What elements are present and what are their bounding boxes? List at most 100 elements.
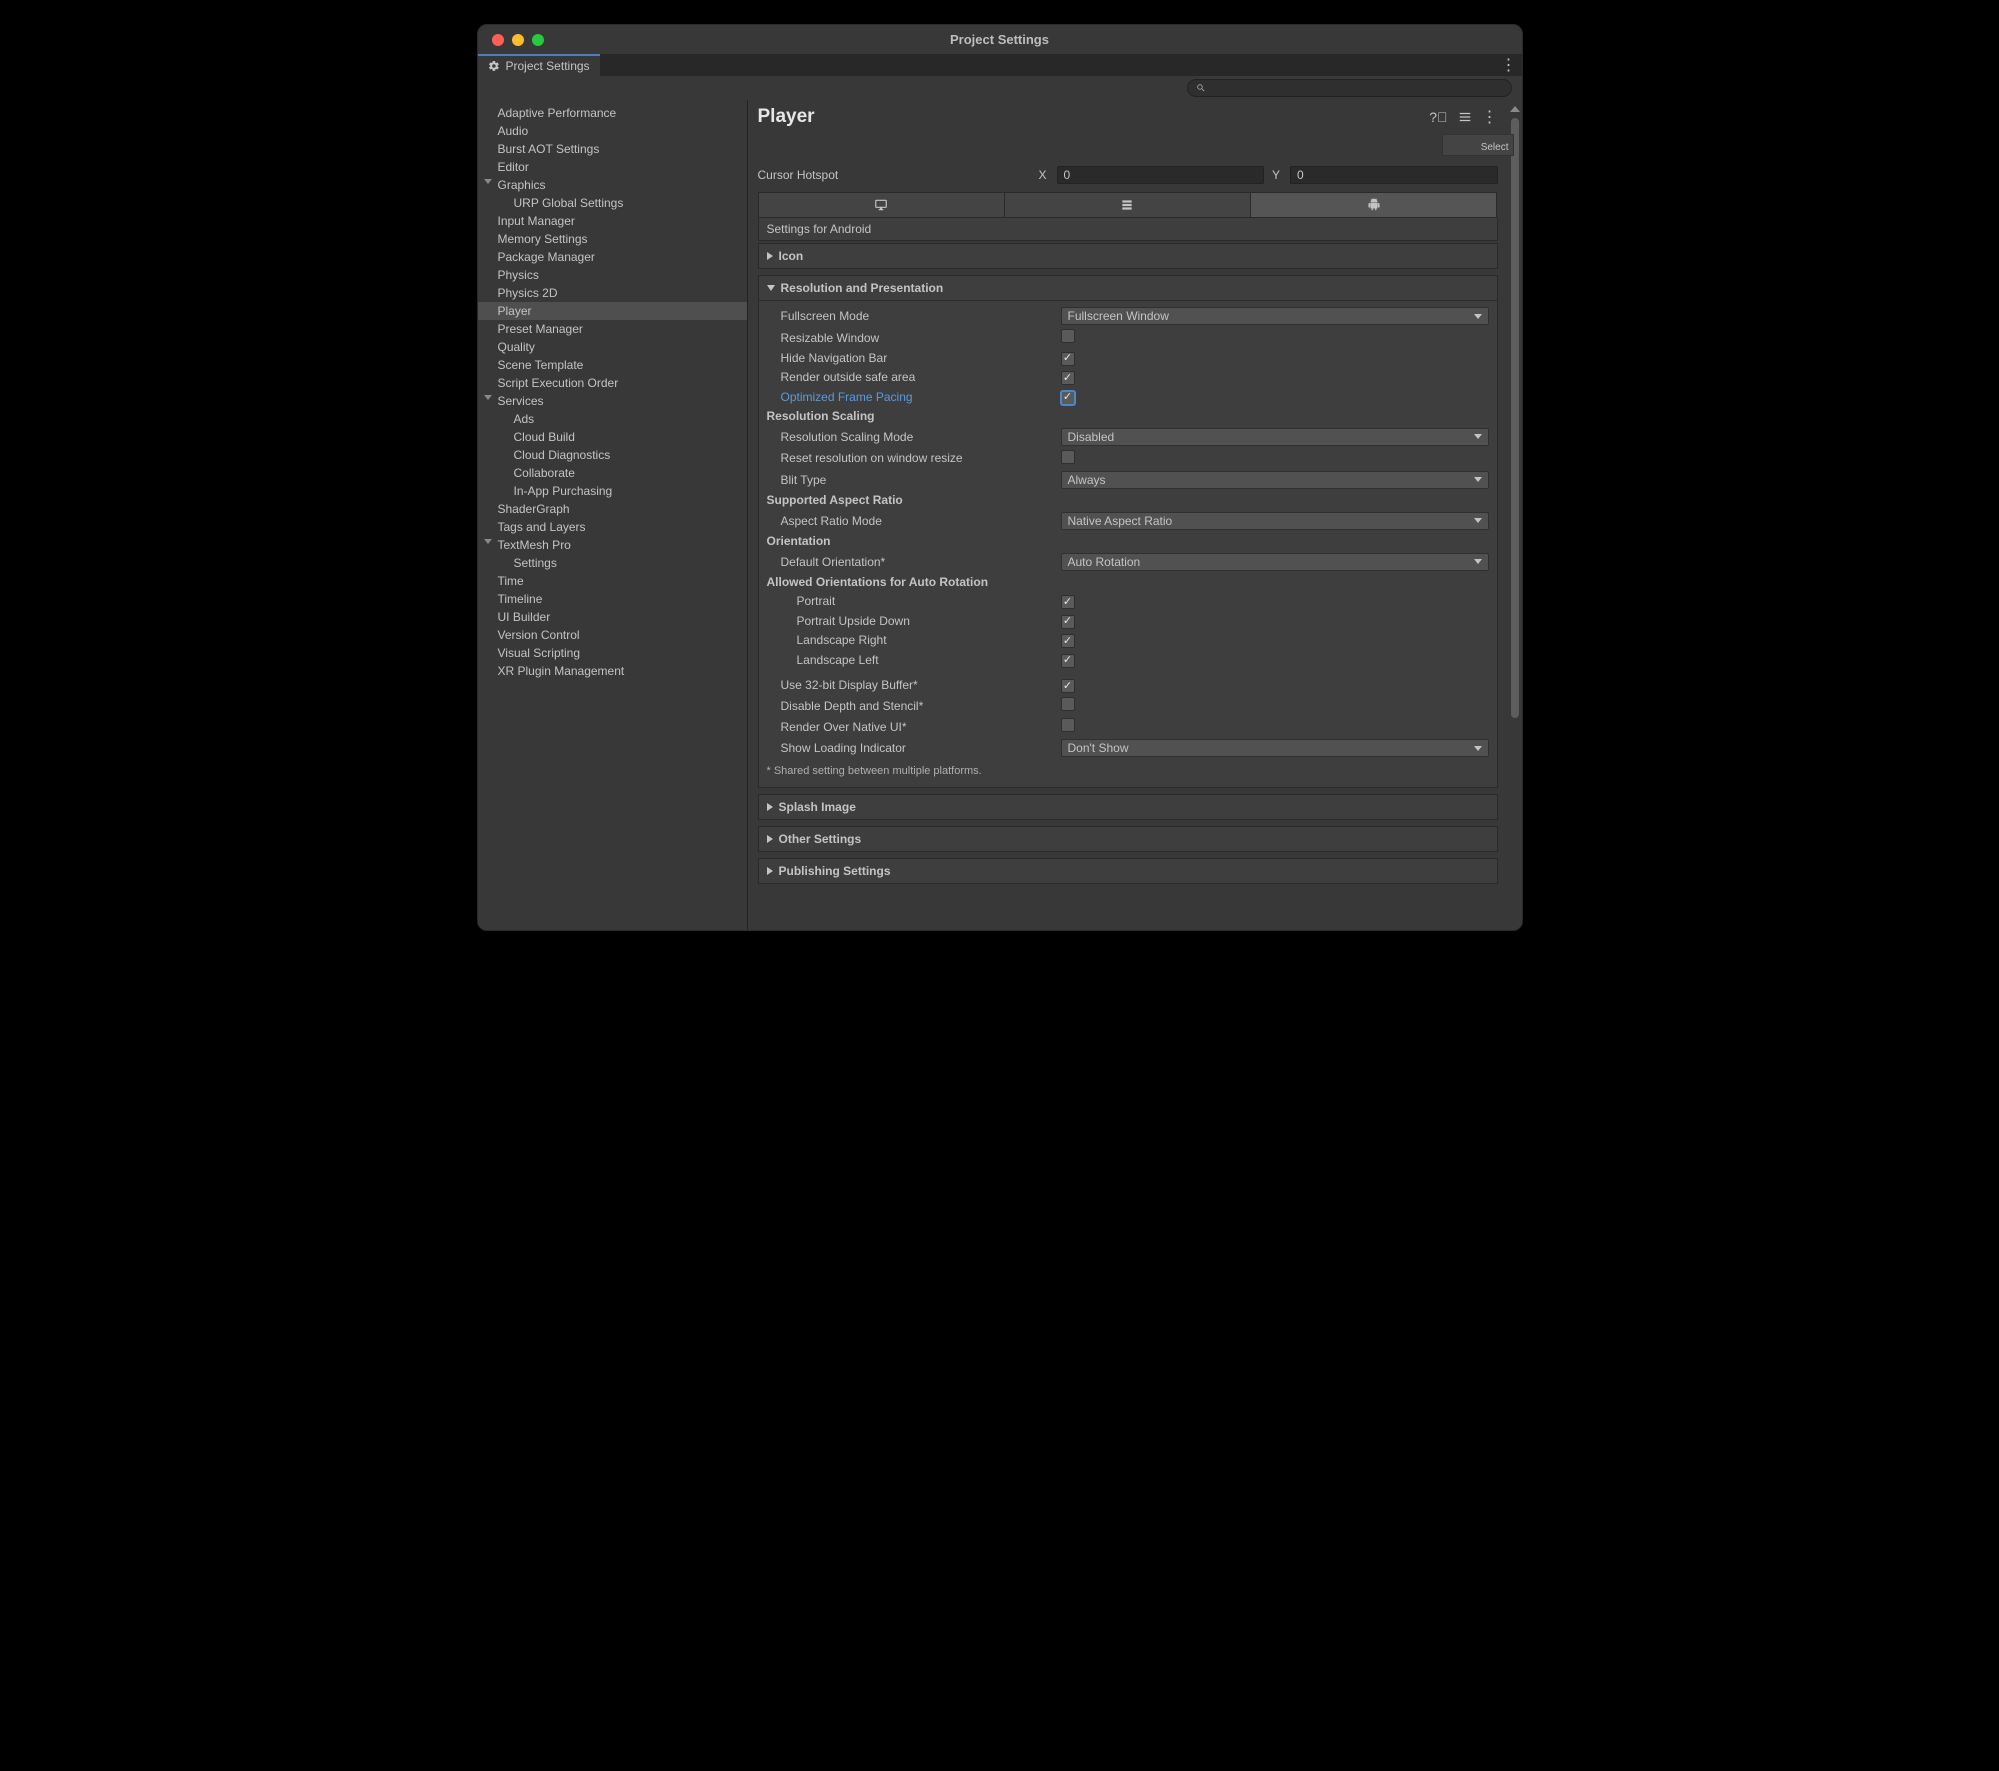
sidebar-item-label: Time <box>498 574 524 588</box>
sidebar-item-label: Physics 2D <box>498 286 558 300</box>
render-outside-checkbox[interactable] <box>1061 371 1075 385</box>
sidebar-item-settings[interactable]: Settings <box>478 554 747 572</box>
section-resolution-body: Fullscreen Mode Fullscreen Window Resiza… <box>758 301 1498 788</box>
platform-tab-standalone[interactable] <box>758 192 1005 218</box>
sidebar-item-quality[interactable]: Quality <box>478 338 747 356</box>
header-icons: ?⃝ ⋮ <box>1429 107 1497 127</box>
land-l-checkbox[interactable] <box>1061 654 1075 668</box>
sidebar-item-player[interactable]: Player <box>478 302 747 320</box>
help-icon[interactable]: ?⃝ <box>1429 109 1447 125</box>
sidebar-item-timeline[interactable]: Timeline <box>478 590 747 608</box>
sidebar-item-cloud-diagnostics[interactable]: Cloud Diagnostics <box>478 446 747 464</box>
sidebar-item-ads[interactable]: Ads <box>478 410 747 428</box>
sidebar-item-label: Graphics <box>498 178 546 192</box>
reset-res-checkbox[interactable] <box>1061 450 1075 464</box>
allowed-orient-header: Allowed Orientations for Auto Rotation <box>767 575 989 589</box>
sidebar-item-physics-2d[interactable]: Physics 2D <box>478 284 747 302</box>
sidebar-item-time[interactable]: Time <box>478 572 747 590</box>
sidebar-item-graphics[interactable]: Graphics <box>478 176 747 194</box>
scroll-thumb[interactable] <box>1511 118 1519 718</box>
sidebar-item-adaptive-performance[interactable]: Adaptive Performance <box>478 104 747 122</box>
aspect-mode-dropdown[interactable]: Native Aspect Ratio <box>1061 512 1489 530</box>
disable-depth-checkbox[interactable] <box>1061 697 1075 711</box>
preset-icon[interactable] <box>1458 110 1472 124</box>
disable-depth-label: Disable Depth and Stencil* <box>781 699 1061 713</box>
sidebar-item-label: Memory Settings <box>498 232 588 246</box>
sidebar-item-shadergraph[interactable]: ShaderGraph <box>478 500 747 518</box>
sidebar-item-label: Timeline <box>498 592 543 606</box>
portrait-ud-label: Portrait Upside Down <box>797 614 1061 628</box>
section-resolution[interactable]: Resolution and Presentation <box>758 275 1498 301</box>
opt-frame-checkbox[interactable] <box>1061 391 1075 405</box>
sidebar-item-visual-scripting[interactable]: Visual Scripting <box>478 644 747 662</box>
section-splash[interactable]: Splash Image <box>758 794 1498 820</box>
render-over-checkbox[interactable] <box>1061 718 1075 732</box>
sidebar-item-services[interactable]: Services <box>478 392 747 410</box>
sidebar-item-physics[interactable]: Physics <box>478 266 747 284</box>
sidebar: Adaptive Performance AudioBurst AOT Setti… <box>478 100 748 930</box>
close-button[interactable] <box>492 34 504 46</box>
fullscreen-mode-dropdown[interactable]: Fullscreen Window <box>1061 307 1489 325</box>
select-box[interactable]: Select <box>1442 134 1508 156</box>
section-publishing[interactable]: Publishing Settings <box>758 858 1498 884</box>
sidebar-item-version-control[interactable]: Version Control <box>478 626 747 644</box>
sidebar-item-ui-builder[interactable]: UI Builder <box>478 608 747 626</box>
zoom-button[interactable] <box>532 34 544 46</box>
sidebar-item-in-app-purchasing[interactable]: In-App Purchasing <box>478 482 747 500</box>
sidebar-item-package-manager[interactable]: Package Manager <box>478 248 747 266</box>
blit-dropdown[interactable]: Always <box>1061 471 1489 489</box>
sidebar-item-burst-aot-settings[interactable]: Burst AOT Settings <box>478 140 747 158</box>
sidebar-item-cloud-build[interactable]: Cloud Build <box>478 428 747 446</box>
monitor-icon <box>873 198 889 212</box>
sidebar-item-label: UI Builder <box>498 610 551 624</box>
sidebar-item-audio[interactable]: Audio <box>478 122 747 140</box>
scaling-mode-dropdown[interactable]: Disabled <box>1061 428 1489 446</box>
render-outside-label: Render outside safe area <box>781 370 1061 384</box>
platform-tab-android[interactable] <box>1251 192 1497 218</box>
sidebar-item-preset-manager[interactable]: Preset Manager <box>478 320 747 338</box>
x-label: X <box>1039 168 1047 182</box>
sidebar-item-urp-global-settings[interactable]: URP Global Settings <box>478 194 747 212</box>
aspect-header: Supported Aspect Ratio <box>767 493 1047 507</box>
platform-tab-server[interactable] <box>1005 192 1251 218</box>
loading-dropdown[interactable]: Don't Show <box>1061 739 1489 757</box>
panel-menu-icon[interactable]: ⋮ <box>1482 107 1498 127</box>
sidebar-item-input-manager[interactable]: Input Manager <box>478 212 747 230</box>
window-title: Project Settings <box>478 32 1522 47</box>
scroll-up-icon[interactable] <box>1510 106 1520 112</box>
sidebar-item-label: Adaptive Performance <box>498 106 617 120</box>
sidebar-item-label: Tags and Layers <box>498 520 586 534</box>
sidebar-item-label: Cloud Build <box>514 430 575 444</box>
portrait-checkbox[interactable] <box>1061 595 1075 609</box>
scrollbar[interactable] <box>1508 100 1522 930</box>
land-r-checkbox[interactable] <box>1061 634 1075 648</box>
cursor-hotspot-x-input[interactable] <box>1057 166 1264 184</box>
hide-nav-checkbox[interactable] <box>1061 352 1075 366</box>
caret-down-icon <box>484 179 492 184</box>
cursor-hotspot-y-input[interactable] <box>1290 166 1497 184</box>
sidebar-item-label: Services <box>498 394 544 408</box>
land-r-label: Landscape Right <box>797 633 1061 647</box>
tabbar-menu-icon[interactable]: ⋮ <box>1501 54 1516 76</box>
sidebar-item-textmesh-pro[interactable]: TextMesh Pro <box>478 536 747 554</box>
caret-right-icon <box>767 803 773 811</box>
section-icon[interactable]: Icon <box>758 243 1498 269</box>
sidebar-item-scene-template[interactable]: Scene Template <box>478 356 747 374</box>
sidebar-item-tags-and-layers[interactable]: Tags and Layers <box>478 518 747 536</box>
sidebar-item-script-execution-order[interactable]: Script Execution Order <box>478 374 747 392</box>
minimize-button[interactable] <box>512 34 524 46</box>
page-title: Player <box>758 106 815 128</box>
portrait-ud-checkbox[interactable] <box>1061 615 1075 629</box>
sidebar-item-editor[interactable]: Editor <box>478 158 747 176</box>
search-input[interactable] <box>1187 79 1512 97</box>
sidebar-item-memory-settings[interactable]: Memory Settings <box>478 230 747 248</box>
section-other[interactable]: Other Settings <box>758 826 1498 852</box>
tab-project-settings[interactable]: Project Settings <box>478 54 600 76</box>
use32-checkbox[interactable] <box>1061 679 1075 693</box>
sidebar-item-xr-plugin-management[interactable]: XR Plugin Management <box>478 662 747 680</box>
sidebar-item-collaborate[interactable]: Collaborate <box>478 464 747 482</box>
sidebar-item-label: XR Plugin Management <box>498 664 625 678</box>
default-orient-dropdown[interactable]: Auto Rotation <box>1061 553 1489 571</box>
fullscreen-mode-label: Fullscreen Mode <box>781 309 1061 323</box>
resizable-window-checkbox[interactable] <box>1061 329 1075 343</box>
